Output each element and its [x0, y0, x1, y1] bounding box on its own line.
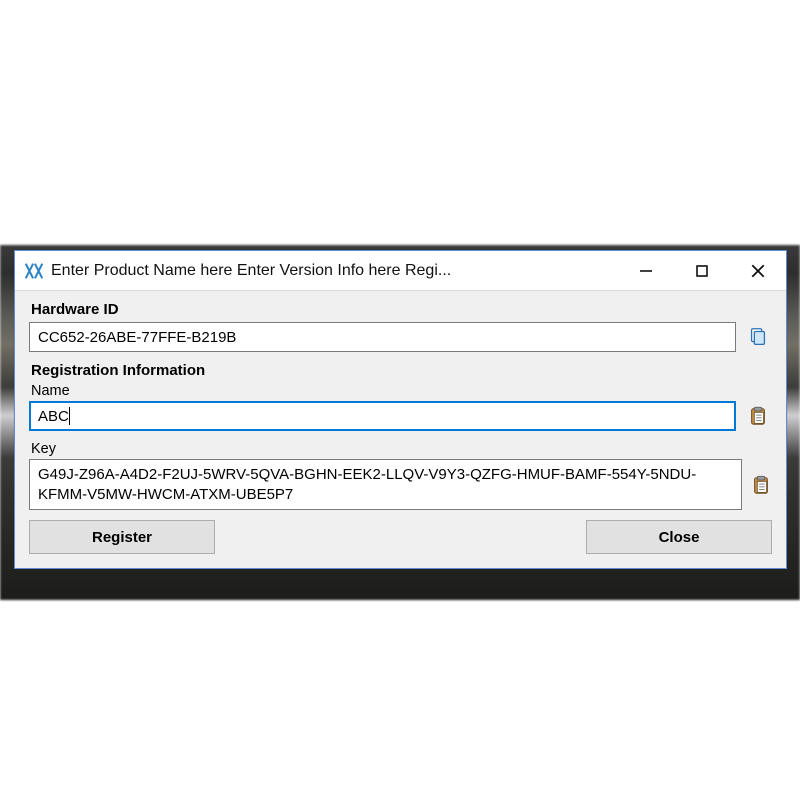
- close-button-label: Close: [659, 529, 700, 546]
- window-controls: [618, 251, 786, 290]
- paste-name-button[interactable]: [744, 401, 772, 431]
- copy-hardware-id-button[interactable]: [744, 322, 772, 352]
- minimize-button[interactable]: [618, 251, 674, 290]
- app-icon: [23, 260, 45, 282]
- dialog-body: Hardware ID CC652-26ABE-77FFE-B219B Regi…: [15, 291, 786, 568]
- registration-section-label: Registration Information: [31, 362, 772, 379]
- register-button-label: Register: [92, 529, 152, 546]
- paste-key-button[interactable]: [750, 459, 772, 510]
- key-value: G49J-Z96A-A4D2-F2UJ-5WRV-5QVA-BGHN-EEK2-…: [38, 466, 696, 503]
- name-input[interactable]: ABC: [29, 401, 736, 431]
- register-button[interactable]: Register: [29, 520, 215, 554]
- name-value: ABC: [38, 408, 69, 425]
- hardware-id-field[interactable]: CC652-26ABE-77FFE-B219B: [29, 322, 736, 352]
- close-button[interactable]: Close: [586, 520, 772, 554]
- text-caret: [69, 407, 70, 425]
- key-input[interactable]: G49J-Z96A-A4D2-F2UJ-5WRV-5QVA-BGHN-EEK2-…: [29, 459, 742, 510]
- hardware-id-label: Hardware ID: [31, 301, 772, 318]
- hardware-id-value: CC652-26ABE-77FFE-B219B: [38, 329, 236, 346]
- close-window-button[interactable]: [730, 251, 786, 290]
- registration-dialog: Enter Product Name here Enter Version In…: [14, 250, 787, 569]
- key-label: Key: [31, 441, 772, 457]
- maximize-button[interactable]: [674, 251, 730, 290]
- titlebar[interactable]: Enter Product Name here Enter Version In…: [15, 251, 786, 291]
- window-title: Enter Product Name here Enter Version In…: [51, 262, 618, 280]
- name-label: Name: [31, 383, 772, 399]
